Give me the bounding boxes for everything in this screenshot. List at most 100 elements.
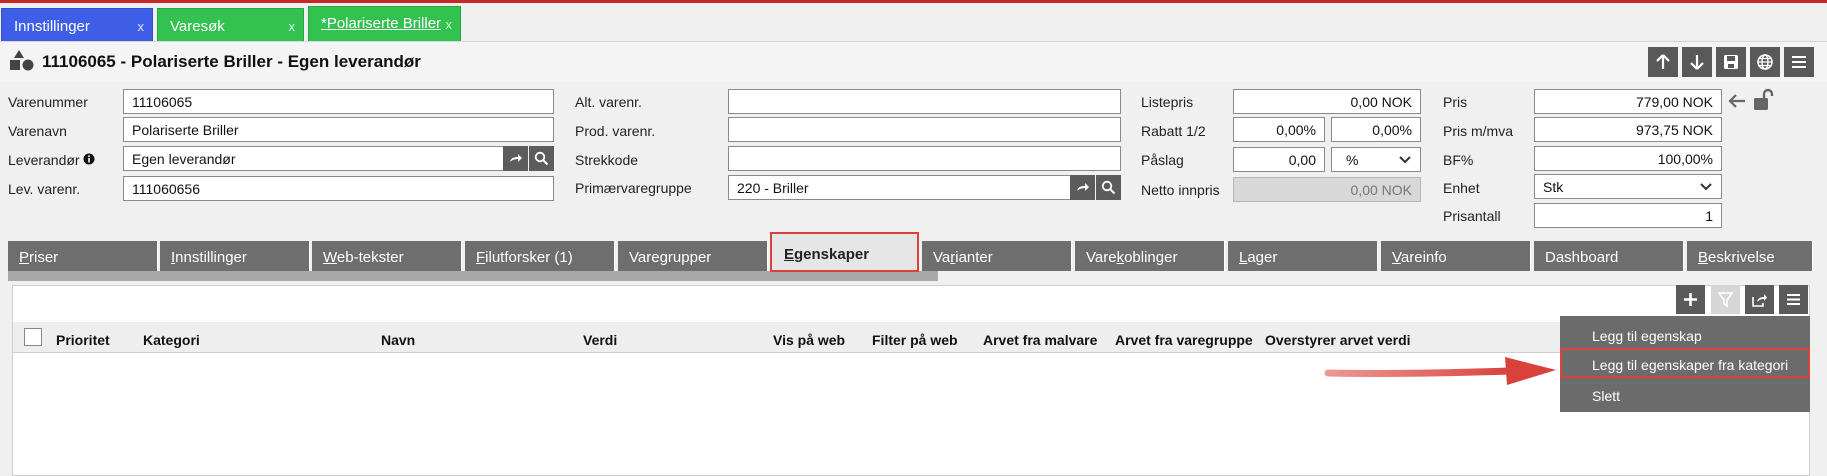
paslag-field[interactable]: 0,00: [1233, 147, 1325, 172]
column-header-arvet-fra-malvare[interactable]: Arvet fra malvare: [983, 332, 1097, 348]
pris-mva-field[interactable]: 973,75 NOK: [1534, 117, 1722, 142]
tab-lager[interactable]: Lager: [1228, 241, 1378, 271]
paslag-unit-select[interactable]: %: [1331, 147, 1421, 172]
prod-varenr-label: Prod. varenr.: [575, 123, 656, 139]
arrow-left-icon[interactable]: [1727, 92, 1747, 110]
close-icon[interactable]: x: [138, 19, 145, 34]
tab-varianter[interactable]: Varianter: [922, 241, 1072, 271]
doc-tab-polariserte-briller[interactable]: *Polariserte Briller x: [308, 6, 461, 42]
bf-field[interactable]: 100,00%: [1534, 146, 1722, 171]
rabatt1-field[interactable]: 0,00%: [1233, 117, 1325, 142]
pris-label: Pris: [1443, 94, 1468, 110]
varenummer-field[interactable]: 11106065: [123, 89, 554, 114]
save-button[interactable]: [1716, 47, 1746, 77]
column-header-filter-pa-web[interactable]: Filter på web: [872, 332, 958, 348]
info-icon[interactable]: [83, 153, 95, 165]
globe-icon: [1757, 54, 1773, 70]
column-header-navn[interactable]: Navn: [381, 332, 415, 348]
share-arrow-icon: [510, 154, 522, 162]
leverandor-search-button[interactable]: [529, 146, 554, 171]
tab-beskrivelse[interactable]: Beskrivelse: [1687, 241, 1813, 271]
tab-scroll-indicator: [8, 271, 938, 281]
close-icon[interactable]: x: [446, 17, 453, 32]
paslag-unit-value: %: [1346, 152, 1359, 168]
shapes-icon: [10, 50, 34, 71]
doc-tab-label: *Polariserte Briller: [321, 15, 442, 32]
tab-varekoblinger[interactable]: Varekoblinger: [1075, 241, 1225, 271]
column-header-vis-pa-web[interactable]: Vis på web: [773, 332, 845, 348]
filter-button[interactable]: [1711, 285, 1740, 314]
tab-filutforsker[interactable]: Filutforsker (1): [465, 241, 615, 271]
menu-icon: [1792, 56, 1806, 68]
leverandor-label-text: Leverandør: [8, 152, 80, 168]
rabatt2-field[interactable]: 0,00%: [1331, 117, 1421, 142]
lev-varenr-field[interactable]: 111060656: [123, 176, 554, 201]
leverandor-goto-button[interactable]: [503, 146, 528, 171]
column-header-prioritet[interactable]: Prioritet: [56, 332, 110, 348]
alt-varenr-field[interactable]: [728, 89, 1121, 114]
close-icon[interactable]: x: [289, 19, 296, 34]
primaervaregruppe-field[interactable]: 220 - Briller: [728, 175, 1071, 200]
doc-tab-innstillinger[interactable]: Innstillinger x: [1, 8, 153, 41]
save-icon: [1724, 55, 1738, 69]
listepris-field[interactable]: 0,00 NOK: [1233, 89, 1421, 114]
alt-varenr-label: Alt. varenr.: [575, 94, 642, 110]
menu-item-slett[interactable]: Slett: [1560, 380, 1810, 412]
menu-icon: [1787, 294, 1800, 305]
grid-menu-button[interactable]: [1779, 285, 1808, 314]
strekkode-field[interactable]: [728, 146, 1121, 171]
prisantall-label: Prisantall: [1443, 208, 1501, 224]
menu-item-legg-til-fra-kategori[interactable]: Legg til egenskaper fra kategori: [1560, 348, 1810, 378]
prod-varenr-field[interactable]: [728, 117, 1121, 142]
leverandor-label: Leverandør: [8, 152, 95, 168]
doc-tab-varesok[interactable]: Varesøk x: [157, 8, 304, 41]
prisantall-field[interactable]: 1: [1534, 203, 1722, 228]
enhet-label: Enhet: [1443, 180, 1480, 196]
varegruppe-goto-button[interactable]: [1070, 175, 1095, 200]
varenavn-field[interactable]: Polariserte Briller: [123, 117, 554, 142]
leverandor-field[interactable]: Egen leverandør: [123, 146, 504, 171]
paslag-label: Påslag: [1141, 152, 1184, 168]
strekkode-label: Strekkode: [575, 152, 639, 168]
chevron-down-icon: [1399, 156, 1411, 164]
enhet-select[interactable]: Stk: [1534, 174, 1722, 199]
export-button[interactable]: [1745, 285, 1774, 314]
pris-mva-label: Pris m/mva: [1443, 123, 1513, 139]
varegruppe-search-button[interactable]: [1096, 175, 1121, 200]
tab-varegrupper[interactable]: Varegrupper: [618, 241, 768, 271]
lev-varenr-label: Lev. varenr.: [8, 181, 81, 197]
varenavn-label: Varenavn: [8, 123, 67, 139]
tab-priser[interactable]: Priser: [8, 241, 158, 271]
menu-button[interactable]: [1784, 47, 1814, 77]
tab-vareinfo[interactable]: Vareinfo: [1381, 241, 1531, 271]
bf-label: BF%: [1443, 152, 1474, 168]
tab-dashboard[interactable]: Dashboard: [1534, 241, 1684, 271]
varenummer-label: Varenummer: [8, 94, 88, 110]
pris-field[interactable]: 779,00 NOK: [1534, 89, 1722, 114]
arrow-up-icon: [1656, 54, 1670, 69]
export-icon: [1752, 294, 1767, 307]
plus-icon: [1684, 293, 1697, 306]
netto-innpris-field: 0,00 NOK: [1233, 177, 1421, 202]
netto-innpris-label: Netto innpris: [1141, 182, 1220, 198]
column-header-verdi[interactable]: Verdi: [583, 332, 617, 348]
tab-web-tekster[interactable]: Web-tekster: [312, 241, 462, 271]
rabatt-label: Rabatt 1/2: [1141, 123, 1206, 139]
column-header-kategori[interactable]: Kategori: [143, 332, 200, 348]
unlock-icon[interactable]: [1753, 88, 1775, 112]
move-up-button[interactable]: [1648, 47, 1678, 77]
tab-egenskaper[interactable]: Egenskaper: [770, 232, 919, 272]
chevron-down-icon: [1700, 183, 1712, 191]
search-icon: [1101, 180, 1116, 195]
annotation-arrow: [1324, 357, 1556, 385]
add-button[interactable]: [1676, 285, 1705, 314]
primaervaregruppe-label: Primærvaregruppe: [575, 180, 692, 196]
web-button[interactable]: [1750, 47, 1780, 77]
column-header-arvet-fra-varegruppe[interactable]: Arvet fra varegruppe: [1115, 332, 1253, 348]
doc-tab-label: Varesøk: [170, 18, 225, 35]
tab-innstillinger[interactable]: Innstillinger: [160, 241, 310, 271]
arrow-down-icon: [1690, 55, 1704, 70]
move-down-button[interactable]: [1682, 47, 1712, 77]
listepris-label: Listepris: [1141, 94, 1194, 110]
select-all-checkbox[interactable]: [24, 328, 42, 346]
